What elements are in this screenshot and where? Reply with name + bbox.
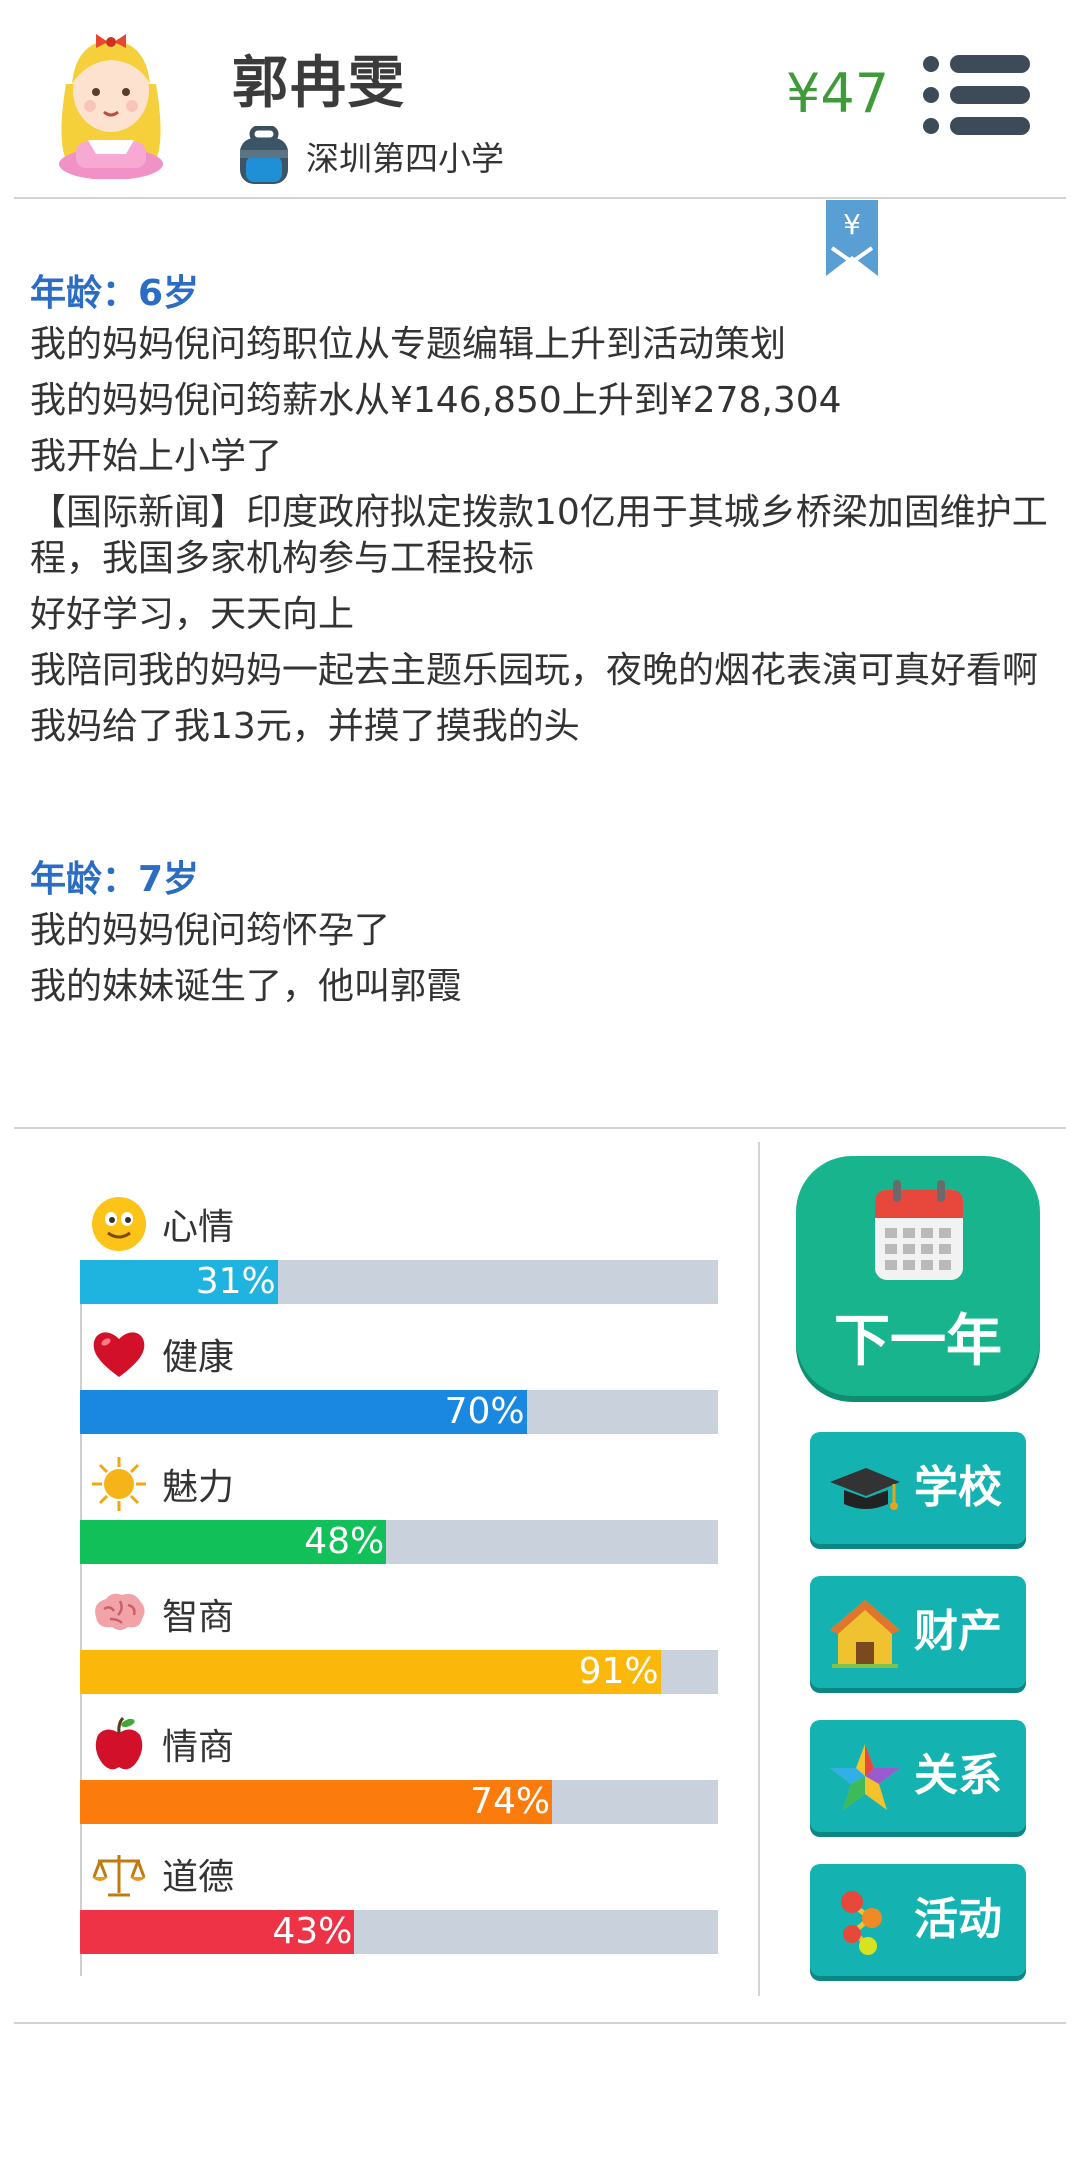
calendar-icon <box>875 1180 963 1280</box>
property-button[interactable]: 财产 <box>810 1576 1026 1688</box>
stat-value: 31% <box>195 1261 276 1302</box>
stat-label: 心情 <box>162 1207 235 1248</box>
sun-icon <box>92 1457 146 1511</box>
log-line: 好好学习，天天向上 <box>30 594 355 635</box>
brain-icon <box>95 1593 145 1630</box>
log-line: 【国际新闻】印度政府拟定拨款10亿用于其城乡桥梁加固维护工程，我国多家机构参与工… <box>30 492 1048 579</box>
relations-button-label: 关系 <box>914 1750 1002 1801</box>
apple-icon <box>95 1716 143 1770</box>
school-name: 深圳第四小学 <box>306 139 504 178</box>
relations-button[interactable]: 关系 <box>810 1720 1026 1832</box>
activities-icon <box>841 1891 882 1955</box>
activities-button-label: 活动 <box>914 1894 1002 1945</box>
house-icon <box>830 1600 900 1668</box>
stat-fill: 74% <box>80 1780 553 1824</box>
property-button-label: 财产 <box>914 1606 1002 1657</box>
log-line: 我的妈妈倪问筠职位从专题编辑上升到活动策划 <box>30 324 787 365</box>
stats-panel: 心情 31% 健康 70% 魅力 48% 智商 91% 情商 74% 道德 43… <box>60 1160 720 1980</box>
stat-label: 情商 <box>162 1727 235 1768</box>
school-button-label: 学校 <box>914 1462 1002 1513</box>
stat-label: 健康 <box>162 1337 235 1378</box>
log-line: 我妈给了我13元，并摸了摸我的头 <box>30 706 580 747</box>
stat-bar: 31% <box>80 1260 718 1304</box>
stat-label: 道德 <box>162 1857 235 1898</box>
stat-value: 74% <box>470 1781 551 1822</box>
age-title: 年龄：7岁 <box>30 859 200 900</box>
stat-label: 智商 <box>162 1597 235 1638</box>
log-line: 我开始上小学了 <box>30 436 283 477</box>
age-block: 年龄：6岁 我的妈妈倪问筠职位从专题编辑上升到活动策划 我的妈妈倪问筠薪水从¥1… <box>30 266 1050 750</box>
stat-bar: 48% <box>80 1520 718 1564</box>
smiley-icon <box>92 1197 146 1251</box>
avatar[interactable] <box>46 14 176 179</box>
bottom-divider <box>14 2022 1066 2024</box>
stat-label: 魅力 <box>162 1467 235 1508</box>
school-info: 深圳第四小学 <box>236 124 504 188</box>
player-name: 郭冉雯 <box>232 51 406 116</box>
school-bag-icon <box>240 126 288 184</box>
log-divider <box>14 1127 1066 1129</box>
heart-icon <box>93 1332 145 1377</box>
life-log: 年龄：6岁 我的妈妈倪问筠职位从专题编辑上升到活动策划 我的妈妈倪问筠薪水从¥1… <box>30 266 1050 1020</box>
bookmark-symbol: ¥ <box>843 208 861 241</box>
log-line: 我的妹妹诞生了，他叫郭霞 <box>30 966 463 1007</box>
stat-bar: 74% <box>80 1780 718 1824</box>
stat-value: 91% <box>578 1651 659 1692</box>
scales-icon <box>92 1855 146 1897</box>
log-line: 我的妈妈倪问筠怀孕了 <box>30 910 391 951</box>
stat-fill: 70% <box>80 1390 527 1434</box>
stat-fill: 43% <box>80 1910 355 1954</box>
log-line: 我陪同我的妈妈一起去主题乐园玩，夜晚的烟花表演可真好看啊 <box>30 650 1039 691</box>
activities-button[interactable]: 活动 <box>810 1864 1026 1976</box>
stat-value: 70% <box>444 1391 525 1432</box>
log-line: 我的妈妈倪问筠薪水从¥146,850上升到¥278,304 <box>30 380 842 421</box>
header: 郭冉雯 深圳第四小学 ¥47 <box>0 0 1080 198</box>
stat-bar: 43% <box>80 1910 718 1954</box>
next-year-button[interactable]: 下一年 <box>796 1156 1040 1396</box>
menu-icon[interactable] <box>920 50 1032 140</box>
age-title: 年龄：6岁 <box>30 273 200 314</box>
stat-value: 48% <box>304 1521 385 1562</box>
panel-divider <box>758 1142 760 1996</box>
stat-value: 43% <box>272 1911 353 1952</box>
age-block: 年龄：7岁 我的妈妈倪问筠怀孕了 我的妹妹诞生了，他叫郭霞 <box>30 852 1050 1010</box>
graduation-cap-icon <box>830 1468 900 1510</box>
stat-bar: 91% <box>80 1650 718 1694</box>
stat-fill: 31% <box>80 1260 278 1304</box>
next-year-label: 下一年 <box>834 1309 1002 1374</box>
money-balance: ¥47 <box>786 62 890 125</box>
school-button[interactable]: 学校 <box>810 1432 1026 1544</box>
star-icon <box>830 1744 900 1810</box>
header-divider <box>14 197 1066 199</box>
stat-fill: 91% <box>80 1650 661 1694</box>
stat-fill: 48% <box>80 1520 387 1564</box>
stat-bar: 70% <box>80 1390 718 1434</box>
